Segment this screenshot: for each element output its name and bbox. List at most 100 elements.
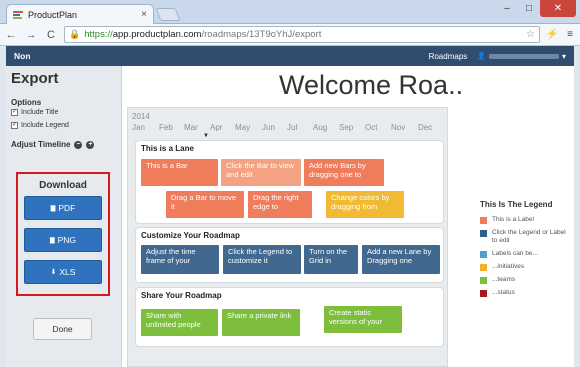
bookmark-star-icon[interactable]: ☆ — [526, 29, 535, 40]
month-label: Oct — [365, 123, 378, 132]
sidebar-title: Export — [11, 70, 59, 87]
roadmap-bar[interactable]: Adjust the time frame of your — [141, 245, 219, 274]
download-heading: Download — [39, 180, 87, 191]
adjust-timeline-label: Adjust Timeline — [11, 140, 71, 149]
include-title-option[interactable]: ✓ Include Title — [11, 109, 58, 116]
close-window-button[interactable]: ✕ — [540, 0, 576, 17]
new-tab-button[interactable] — [155, 8, 181, 21]
download-pdf-button[interactable]: ▇ PDF — [24, 196, 102, 220]
productplan-favicon-icon — [13, 10, 23, 19]
pdf-label: PDF — [58, 203, 76, 213]
legend-item[interactable]: Labels can be... — [480, 250, 572, 258]
forward-button[interactable]: → — [24, 29, 38, 41]
lane-title: This is a Lane — [141, 144, 194, 153]
user-menu[interactable]: 👤 ▾ — [477, 52, 566, 61]
zoom-in-button[interactable]: + — [86, 140, 95, 149]
today-marker-icon: ▼ — [203, 133, 209, 139]
roadmap-lane[interactable]: Customize Your Roadmap Adjust the time f… — [135, 227, 444, 283]
adjust-timeline: Adjust Timeline − + — [11, 140, 95, 149]
roadmap-bar[interactable]: Create static versions of your — [324, 306, 402, 333]
roadmap-bar[interactable]: Change colors by dragging from — [326, 191, 404, 218]
browser-tab-strip: ProductPlan × – □ ✕ — [0, 0, 580, 24]
legend-swatch — [480, 289, 487, 297]
app-nav: Roadmaps 👤 ▾ — [429, 52, 566, 61]
file-icon: ▇ — [50, 205, 56, 212]
timeline-year: 2014 — [132, 112, 150, 121]
roadmap-bar[interactable]: Share a private link — [222, 309, 300, 336]
browser-toolbar: ← → C 🔒 https://app.productplan.com/road… — [0, 24, 580, 46]
download-png-button[interactable]: ▇ PNG — [24, 228, 102, 252]
done-button[interactable]: Done — [33, 318, 92, 340]
back-button[interactable]: ← — [4, 29, 18, 41]
tab-close-icon[interactable]: × — [141, 9, 147, 20]
legend-label: Labels can be... — [492, 250, 538, 257]
file-icon: ▇ — [49, 237, 55, 244]
address-bar[interactable]: 🔒 https://app.productplan.com/roadmaps/1… — [64, 26, 540, 43]
export-sidebar: Export Options ✓ Include Title ✓ Include… — [6, 66, 122, 367]
roadmap-bar[interactable]: Click the Legend to customize it — [223, 245, 301, 274]
nav-roadmaps[interactable]: Roadmaps — [429, 52, 468, 61]
legend-label: Click the Legend or Label to edit — [492, 229, 566, 244]
xls-label: XLS — [59, 267, 76, 277]
reload-button[interactable]: C — [44, 29, 58, 41]
download-icon: ⬇ — [50, 269, 57, 276]
roadmap-bar[interactable]: Share with unlimited people — [141, 309, 218, 336]
roadmap-bar[interactable]: Drag a Bar to move it — [166, 191, 244, 218]
legend-item[interactable]: ...status — [480, 289, 572, 297]
roadmap-preview: 2014 Jan Feb Mar Apr May Jun Jul Aug Sep… — [127, 107, 448, 367]
legend-label: ...status — [492, 289, 515, 296]
roadmap-bar[interactable]: This is a Bar — [141, 159, 218, 186]
lock-icon: 🔒 — [69, 29, 81, 39]
legend-item[interactable]: This is a Label — [480, 216, 572, 224]
png-label: PNG — [57, 235, 77, 245]
month-label: Sep — [339, 123, 354, 132]
legend-swatch — [480, 229, 487, 237]
legend: This Is The Legend This is a Label Click… — [480, 200, 572, 302]
include-legend-checkbox[interactable]: ✓ — [11, 122, 18, 129]
download-box: Download ▇ PDF ▇ PNG ⬇ XLS — [16, 172, 110, 296]
maximize-button[interactable]: □ — [518, 0, 540, 17]
roadmap-bar[interactable]: Add a new Lane by Dragging one — [362, 245, 440, 274]
legend-item[interactable]: ...initiatives — [480, 263, 572, 271]
legend-swatch — [480, 216, 487, 224]
browser-tab[interactable]: ProductPlan × — [6, 4, 154, 24]
month-label: Apr — [210, 123, 223, 132]
legend-title[interactable]: This Is The Legend — [480, 200, 572, 209]
month-label: Mar — [184, 123, 198, 132]
legend-label: This is a Label — [492, 216, 534, 223]
user-email-redacted — [488, 53, 559, 59]
month-label: Feb — [159, 123, 173, 132]
roadmap-bar[interactable]: Add new Bars by dragging one to — [304, 159, 384, 186]
browser-menu-icon[interactable]: ≡ — [564, 29, 576, 40]
roadmap-bar[interactable]: Turn on the Grid in — [304, 245, 358, 274]
month-label: Jun — [262, 123, 275, 132]
window-controls: – □ ✕ — [496, 0, 576, 17]
roadmap-lane[interactable]: This is a Lane This is a Bar Click the B… — [135, 140, 444, 224]
app-brand[interactable]: Non — [14, 51, 31, 61]
page-title: Welcome Roa.. — [279, 70, 464, 100]
url-path: /roadmaps/13T9oYhJ/export — [201, 29, 322, 40]
download-xls-button[interactable]: ⬇ XLS — [24, 260, 102, 284]
user-icon: 👤 — [477, 53, 486, 60]
legend-item[interactable]: Click the Legend or Label to edit — [480, 229, 572, 245]
options-heading: Options — [11, 98, 42, 107]
include-legend-option[interactable]: ✓ Include Legend — [11, 122, 69, 129]
legend-label: ...teams — [492, 276, 516, 283]
legend-label: ...initiatives — [492, 263, 525, 270]
zoom-out-button[interactable]: − — [74, 140, 83, 149]
include-title-checkbox[interactable]: ✓ — [11, 109, 18, 116]
legend-item[interactable]: ...teams — [480, 276, 572, 284]
lane-title: Share Your Roadmap — [141, 291, 222, 300]
month-label: Dec — [418, 123, 433, 132]
url-scheme: https:// — [84, 29, 113, 40]
minimize-button[interactable]: – — [496, 0, 518, 17]
roadmap-bar[interactable]: Click the Bar to view and edit — [221, 159, 301, 186]
roadmap-lane[interactable]: Share Your Roadmap Share with unlimited … — [135, 287, 444, 347]
roadmap-bar[interactable]: Drag the right edge to — [248, 191, 312, 218]
month-label: May — [235, 123, 251, 132]
extension-icon[interactable]: ⚡ — [546, 29, 558, 40]
include-legend-label: Include Legend — [21, 122, 69, 129]
app-header: Non Roadmaps 👤 ▾ — [6, 46, 574, 66]
legend-swatch — [480, 250, 487, 258]
url-host: app.productplan.com — [112, 29, 202, 40]
